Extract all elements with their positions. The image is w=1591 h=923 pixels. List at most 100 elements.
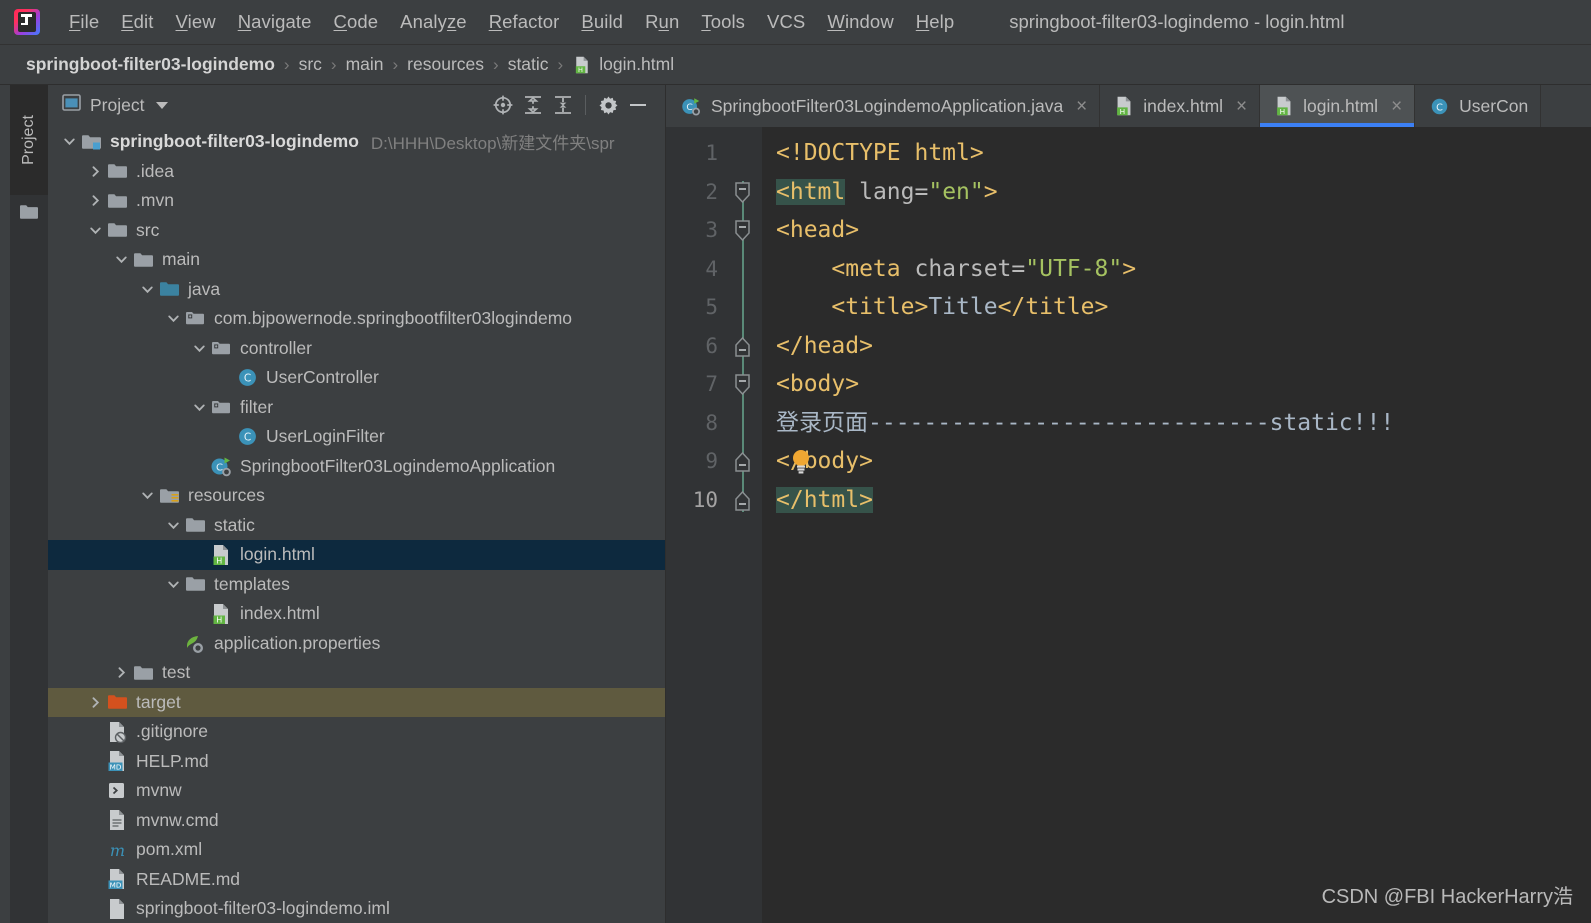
tree-node-help-md[interactable]: MD HELP.md <box>48 747 665 777</box>
tree-node-test[interactable]: test <box>48 658 665 688</box>
tree-node-login-html[interactable]: Hlogin.html <box>48 540 665 570</box>
tree-node-target[interactable]: target <box>48 687 665 717</box>
code-line[interactable]: 登录页面-----------------------------static!… <box>776 404 1591 443</box>
editor-area[interactable]: 1 2 3 4 5 6 7 8 9 10 <!DOCTYPE html> <html lang="e… <box>666 127 1591 923</box>
fold-marker[interactable] <box>733 336 752 363</box>
tree-node-springboot-filter03-logindemo-iml[interactable]: springboot-filter03-logindemo.iml <box>48 894 665 923</box>
breadcrumb-item-main[interactable]: main <box>346 54 384 75</box>
close-icon[interactable]: × <box>1391 97 1402 116</box>
editor-tab-login-html[interactable]: Hlogin.html × <box>1260 85 1416 127</box>
collapse-all-icon[interactable] <box>548 90 578 120</box>
fold-marker[interactable] <box>733 374 752 401</box>
fold-marker[interactable] <box>733 220 752 247</box>
menu-item-help[interactable]: Help <box>905 9 965 35</box>
close-icon[interactable]: × <box>1236 97 1247 116</box>
breadcrumb-item-resources[interactable]: resources <box>407 54 484 75</box>
expand-all-icon[interactable] <box>518 90 548 120</box>
menu-item-view[interactable]: View <box>165 9 227 35</box>
tree-node-java[interactable]: java <box>48 275 665 305</box>
code-line[interactable]: <body> <box>776 365 1591 404</box>
tree-node-springbootfilter03logindemoapplication[interactable]: C SpringbootFilter03LogindemoApplication <box>48 452 665 482</box>
code-line[interactable]: </body> <box>776 442 1591 481</box>
fold-marker[interactable] <box>733 490 752 517</box>
tree-node-resources[interactable]: resources <box>48 481 665 511</box>
code-content[interactable]: <!DOCTYPE html> <html lang="en"> <head> <m… <box>762 127 1591 923</box>
menu-item-code[interactable]: Code <box>323 9 390 35</box>
tree-node-userloginfilter[interactable]: C UserLoginFilter <box>48 422 665 452</box>
menu-item-window[interactable]: Window <box>816 9 904 35</box>
editor-tab-bar[interactable]: C SpringbootFilter03LogindemoApplication.… <box>666 85 1591 127</box>
fold-gutter[interactable] <box>724 134 762 923</box>
menu-item-edit[interactable]: Edit <box>110 9 164 35</box>
code-line[interactable]: <head> <box>776 211 1591 250</box>
close-icon[interactable]: × <box>1076 97 1087 116</box>
locate-icon[interactable] <box>488 90 518 120</box>
chevron-down-icon[interactable] <box>86 224 105 237</box>
tree-node--idea[interactable]: .idea <box>48 157 665 187</box>
chevron-down-icon[interactable] <box>190 342 209 355</box>
menu-item-refactor[interactable]: Refactor <box>478 9 571 35</box>
code-line[interactable]: </html> <box>776 481 1591 520</box>
code-line[interactable]: <!DOCTYPE html> <box>776 134 1591 173</box>
breadcrumb-separator: › <box>330 54 337 74</box>
fold-marker[interactable] <box>733 451 752 478</box>
menu-item-analyze[interactable]: Analyze <box>389 9 478 35</box>
tree-node-springboot-filter03-logindemo[interactable]: springboot-filter03-logindemo D:\HHH\Desk… <box>48 127 665 157</box>
menu-item-vcs[interactable]: VCS <box>756 9 816 35</box>
tool-window-tab-project[interactable]: Project <box>10 85 48 195</box>
tree-node-mvnw-cmd[interactable]: mvnw.cmd <box>48 806 665 836</box>
tree-node-pom-xml[interactable]: m pom.xml <box>48 835 665 865</box>
tree-node-src[interactable]: src <box>48 216 665 246</box>
tree-node-static[interactable]: static <box>48 511 665 541</box>
code-line[interactable]: </head> <box>776 327 1591 366</box>
chevron-right-icon[interactable] <box>86 165 105 178</box>
minimize-icon[interactable] <box>623 90 653 120</box>
chevron-down-icon[interactable] <box>138 489 157 502</box>
menu-item-file[interactable]: File <box>58 9 110 35</box>
tree-node--gitignore[interactable]: .gitignore <box>48 717 665 747</box>
chevron-down-icon[interactable] <box>190 401 209 414</box>
menu-item-build[interactable]: Build <box>570 9 634 35</box>
editor-tab-index-html[interactable]: Hindex.html × <box>1100 85 1261 127</box>
chevron-right-icon[interactable] <box>86 194 105 207</box>
tree-node--mvn[interactable]: .mvn <box>48 186 665 216</box>
chevron-down-icon[interactable] <box>164 519 183 532</box>
gear-icon[interactable] <box>593 90 623 120</box>
tree-node-mvnw[interactable]: mvnw <box>48 776 665 806</box>
menu-item-navigate[interactable]: Navigate <box>227 9 323 35</box>
chevron-down-icon[interactable] <box>138 283 157 296</box>
code-line[interactable]: <title>Title</title> <box>776 288 1591 327</box>
editor-tab-springbootfilter03logindemoapplication-java[interactable]: C SpringbootFilter03LogindemoApplication.… <box>666 85 1101 127</box>
tree-node-application-properties[interactable]: application.properties <box>48 629 665 659</box>
chevron-down-icon[interactable] <box>156 101 169 109</box>
chevron-down-icon[interactable] <box>164 312 183 325</box>
lightbulb-icon[interactable] <box>790 448 812 474</box>
chevron-down-icon[interactable] <box>164 578 183 591</box>
tree-node-label: README.md <box>136 868 241 889</box>
breadcrumb-item-static[interactable]: static <box>508 54 549 75</box>
chevron-down-icon[interactable] <box>60 135 79 148</box>
tree-node-com-bjpowernode-springbootfilter03logindemo[interactable]: com.bjpowernode.springbootfilter03logind… <box>48 304 665 334</box>
project-tree[interactable]: springboot-filter03-logindemo D:\HHH\Desk… <box>48 125 665 923</box>
tree-node-readme-md[interactable]: MD README.md <box>48 865 665 895</box>
breadcrumb-item-springboot-filter03-logindemo[interactable]: springboot-filter03-logindemo <box>26 54 275 75</box>
tree-node-filter[interactable]: filter <box>48 393 665 423</box>
fold-marker[interactable] <box>733 181 752 209</box>
tree-node-templates[interactable]: templates <box>48 570 665 600</box>
code-line[interactable]: <html lang="en"> <box>776 173 1591 212</box>
menu-item-tools[interactable]: Tools <box>690 9 756 35</box>
tree-node-controller[interactable]: controller <box>48 334 665 364</box>
editor-tab-usercon[interactable]: C UserCon <box>1415 85 1542 127</box>
tree-node-main[interactable]: main <box>48 245 665 275</box>
chevron-right-icon[interactable] <box>86 696 105 709</box>
tree-node-index-html[interactable]: Hindex.html <box>48 599 665 629</box>
folder-icon <box>107 192 128 210</box>
breadcrumb-item-login-html[interactable]: Hlogin.html <box>572 54 674 76</box>
menu-item-run[interactable]: Run <box>634 9 690 35</box>
breadcrumb-item-src[interactable]: src <box>299 54 322 75</box>
chevron-down-icon[interactable] <box>112 253 131 266</box>
editor-gutter[interactable]: 1 2 3 4 5 6 7 8 9 10 <box>666 127 762 923</box>
tree-node-usercontroller[interactable]: C UserController <box>48 363 665 393</box>
code-line[interactable]: <meta charset="UTF-8"> <box>776 250 1591 289</box>
chevron-right-icon[interactable] <box>112 666 131 679</box>
